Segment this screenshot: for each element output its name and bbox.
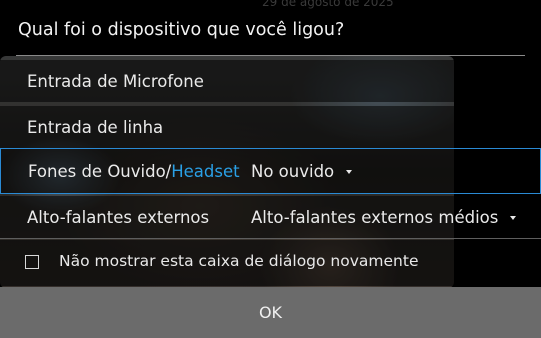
option-headset[interactable]: Fones de Ouvido/Headset No ouvido xyxy=(0,148,541,194)
option-headset-label-text: Fones de Ouvido/ xyxy=(28,161,172,181)
dialog-title: Qual foi o dispositivo que você ligou? xyxy=(18,20,345,40)
option-microphone[interactable]: Entrada de Microfone xyxy=(0,60,541,102)
dont-show-checkbox[interactable] xyxy=(25,255,39,269)
option-headset-label-accent: Headset xyxy=(171,161,240,181)
headset-type-value: No ouvido xyxy=(251,161,335,181)
option-headset-label: Fones de Ouvido/Headset xyxy=(28,162,240,181)
option-speakers-label: Alto-falantes externos xyxy=(27,207,210,227)
option-speakers[interactable]: Alto-falantes externos Alto-falantes ext… xyxy=(0,196,541,238)
speakers-type-dropdown[interactable]: Alto-falantes externos médios xyxy=(251,207,517,227)
caret-down-icon xyxy=(510,216,517,220)
screen: 29 de agosto de 2025 Qual foi o disposit… xyxy=(0,0,541,338)
title-divider xyxy=(16,55,525,56)
headset-type-dropdown[interactable]: No ouvido xyxy=(251,161,353,181)
dont-show-label[interactable]: Não mostrar esta caixa de diálogo novame… xyxy=(59,252,418,270)
speakers-type-value: Alto-falantes externos médios xyxy=(251,207,499,227)
option-line-in[interactable]: Entrada de linha xyxy=(0,106,541,148)
audio-device-dialog: Qual foi o dispositivo que você ligou? E… xyxy=(0,0,541,338)
options-divider xyxy=(0,238,541,239)
ok-button[interactable]: OK xyxy=(0,287,541,338)
option-microphone-label: Entrada de Microfone xyxy=(27,71,204,91)
option-line-in-label: Entrada de linha xyxy=(27,117,164,137)
caret-down-icon xyxy=(346,170,353,174)
